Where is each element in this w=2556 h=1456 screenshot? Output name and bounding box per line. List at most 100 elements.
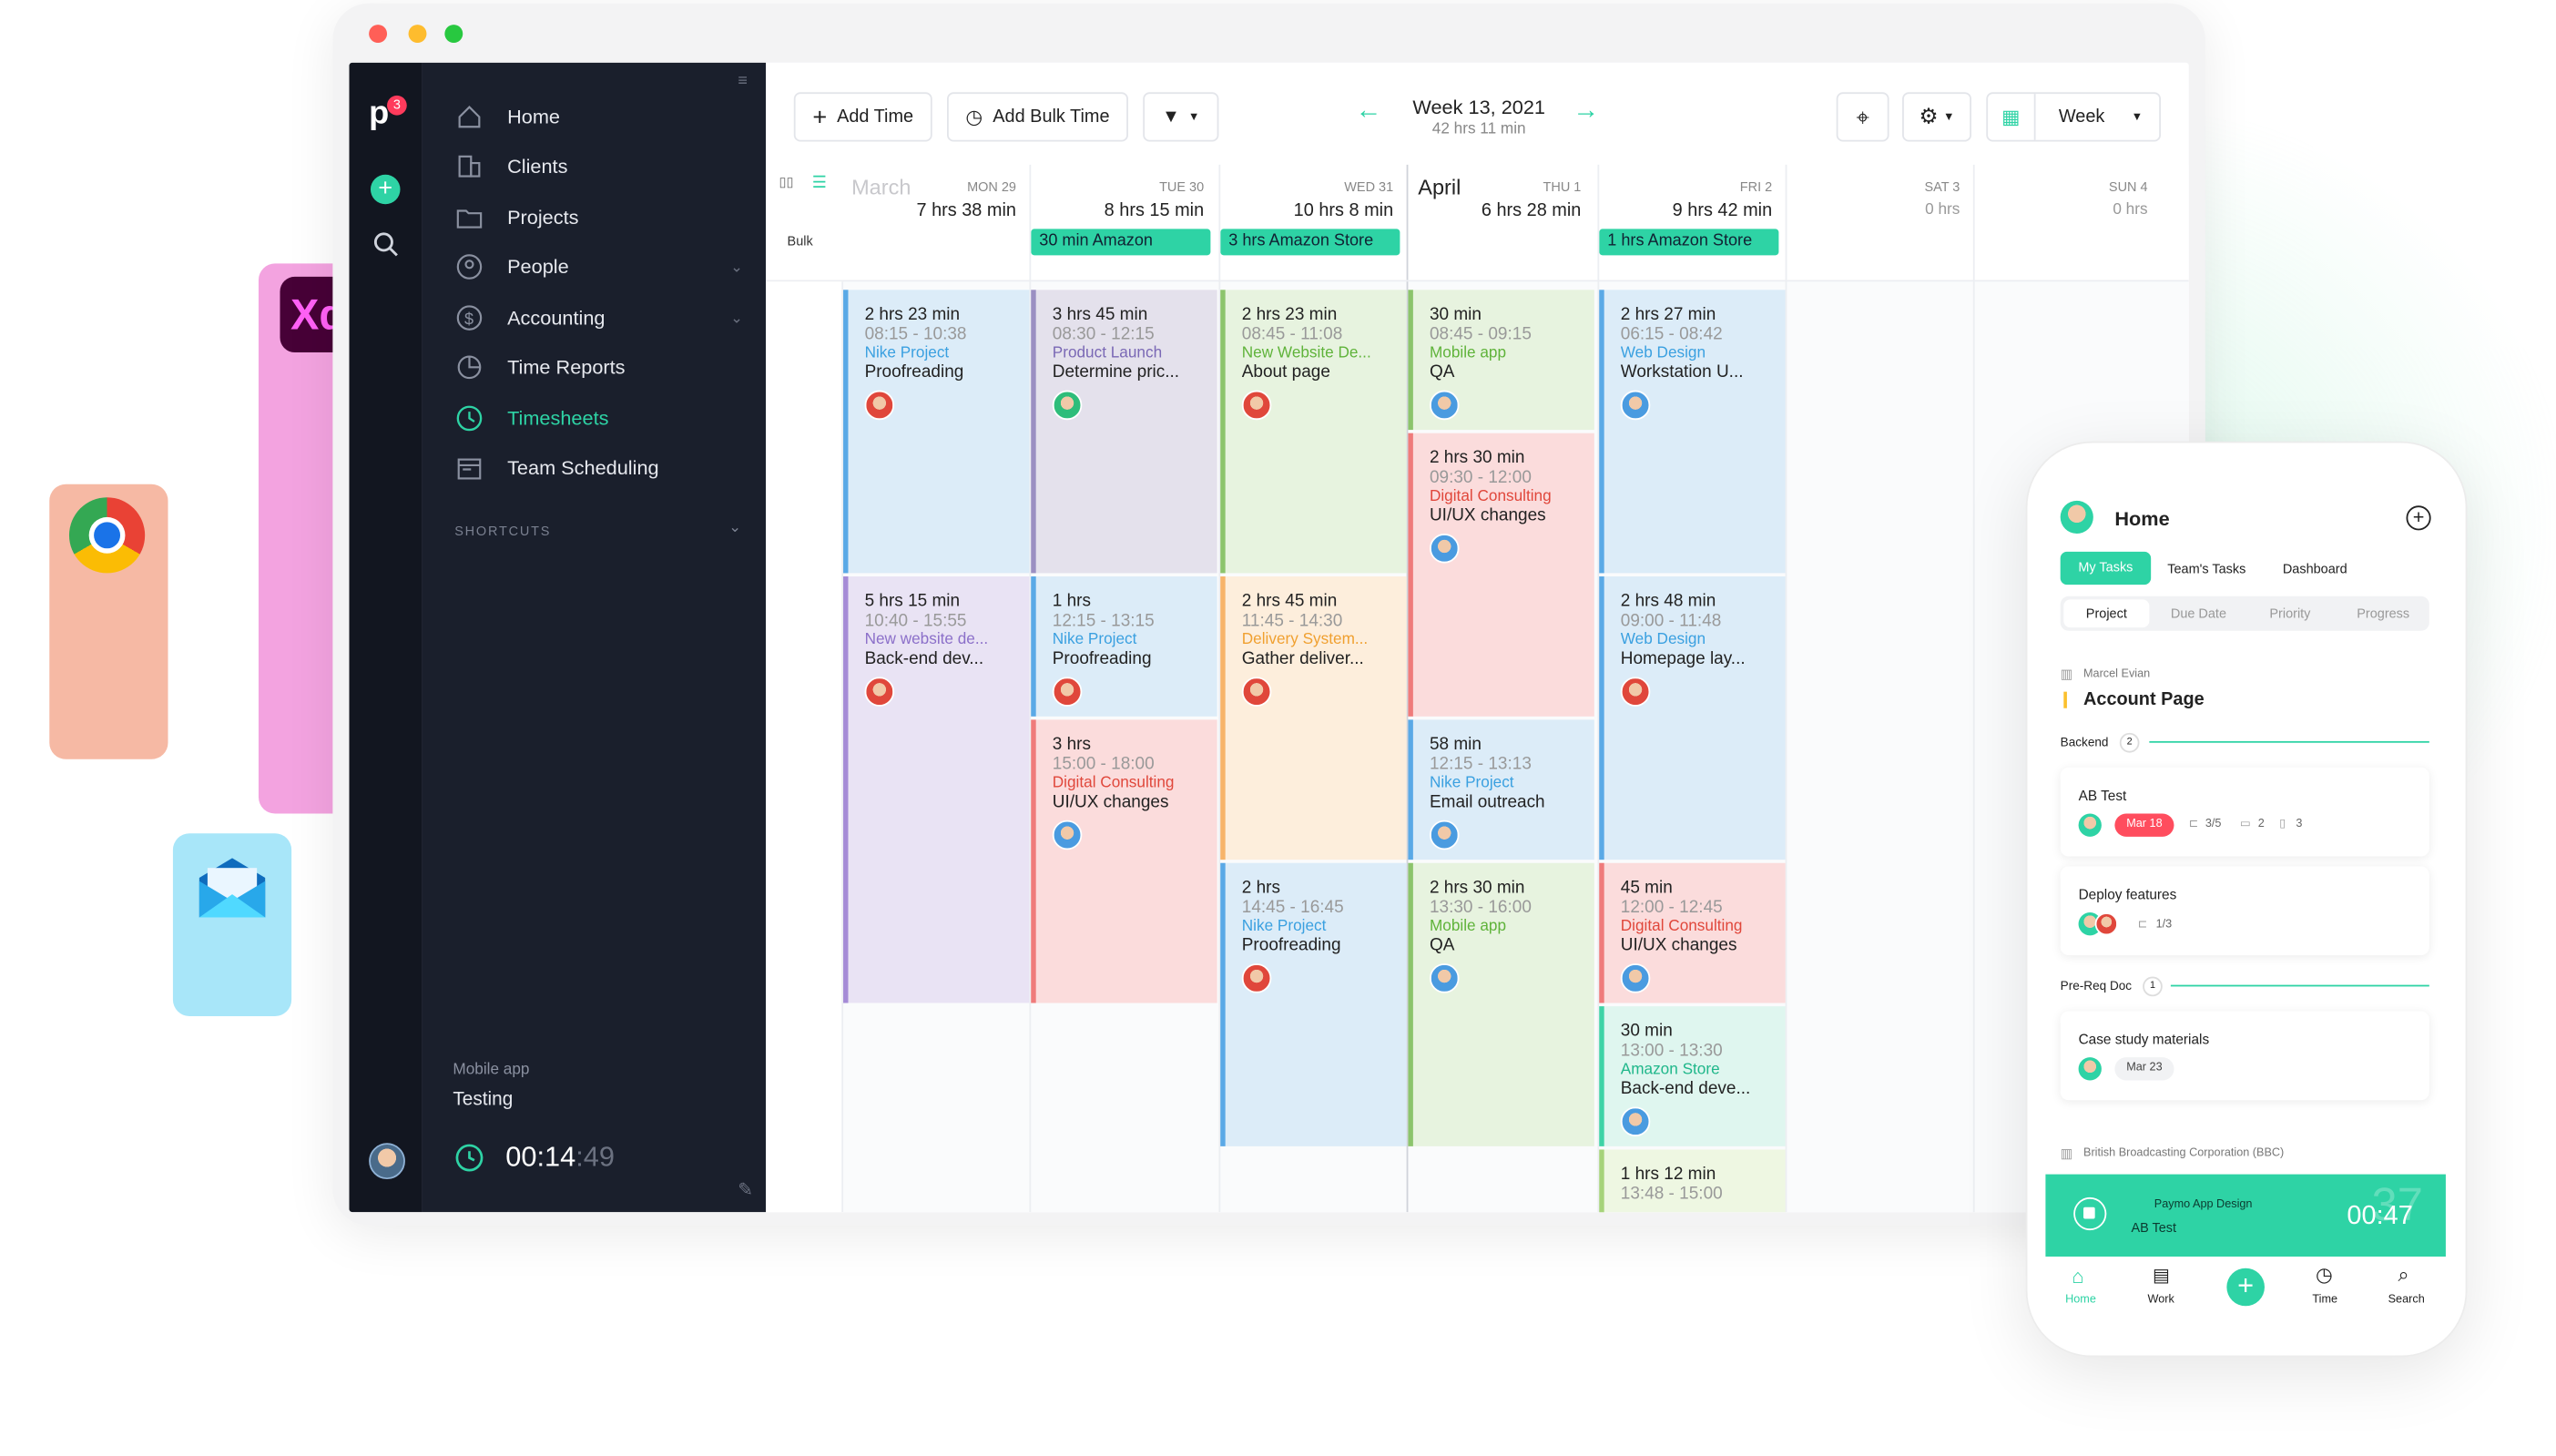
bulk-tag[interactable]: 1 hrs Amazon Store bbox=[1599, 229, 1779, 256]
nav-work-label[interactable]: Work bbox=[2148, 1295, 2174, 1307]
time-entry-card[interactable]: 5 hrs 15 min 10:40 - 15:55 New website de.… bbox=[843, 576, 1030, 1003]
time-entry-card[interactable]: 3 hrs 45 min 08:30 - 12:15 Product Launch D… bbox=[1031, 290, 1217, 574]
sidebar-item-projects[interactable]: Projects bbox=[454, 199, 579, 236]
list-view-icon[interactable]: ☰ bbox=[812, 175, 827, 193]
nav-add-button[interactable]: + bbox=[2226, 1268, 2265, 1307]
tab-teams-tasks[interactable]: Team's Tasks bbox=[2167, 562, 2245, 576]
time-entry-card[interactable]: 2 hrs 23 min 08:15 - 10:38 Nike Project Pro… bbox=[843, 290, 1030, 574]
timer-running-icon[interactable] bbox=[454, 1143, 484, 1173]
phone-avatar[interactable] bbox=[2060, 500, 2093, 535]
segment-project[interactable]: Project bbox=[2063, 599, 2150, 628]
add-time-label: Add Time bbox=[837, 107, 914, 127]
time-entry-card[interactable]: 45 min 12:00 - 12:45 Digital Consulting UI/… bbox=[1599, 862, 1786, 1003]
nav-home-icon[interactable]: ⌂ bbox=[2072, 1265, 2083, 1288]
search-icon[interactable] bbox=[372, 230, 399, 257]
chevron-down-icon[interactable]: ⌄ bbox=[730, 258, 743, 276]
sidebar-item-time-reports[interactable]: Time Reports bbox=[454, 349, 626, 385]
view-select[interactable]: ▦ Week ▼ bbox=[1986, 92, 2162, 142]
entry-project: Digital Consulting bbox=[1052, 774, 1175, 792]
task-card[interactable] bbox=[2060, 866, 2429, 956]
time-entry-card[interactable]: 2 hrs 27 min 06:15 - 08:42 Web Design Works… bbox=[1599, 290, 1786, 574]
entry-project: Digital Consulting bbox=[1620, 917, 1743, 936]
section-divider bbox=[2149, 740, 2429, 743]
time-entry-card[interactable]: 30 min 13:00 - 13:30 Amazon Store Back-end … bbox=[1599, 1006, 1786, 1146]
collapse-sidebar-icon[interactable]: ≡ bbox=[738, 73, 748, 91]
task-card[interactable] bbox=[2060, 1011, 2429, 1101]
day-total: 0 hrs bbox=[1925, 200, 1960, 219]
assignee-avatar bbox=[2094, 912, 2118, 936]
add-time-button[interactable]: + Add Time bbox=[793, 92, 932, 142]
user-avatar[interactable] bbox=[369, 1143, 405, 1180]
entry-project: Nike Project bbox=[1241, 917, 1327, 936]
segment-progress[interactable]: Progress bbox=[2357, 606, 2409, 621]
compact-view-icon[interactable]: ▯▯ bbox=[779, 175, 794, 189]
stop-timer-button[interactable] bbox=[2073, 1196, 2107, 1231]
time-entry-card[interactable]: 58 min 12:15 - 13:13 Nike Project Email out… bbox=[1408, 719, 1594, 860]
prev-week-arrow-icon[interactable]: ← bbox=[1356, 97, 1382, 127]
entry-duration: 2 hrs 30 min bbox=[1429, 447, 1525, 468]
sidebar: ≡ Home Clients Projects People ⌄ $ Accou… bbox=[422, 62, 767, 1213]
task-card[interactable] bbox=[2060, 767, 2429, 857]
close-window-button[interactable] bbox=[369, 25, 388, 44]
next-week-arrow-icon[interactable]: → bbox=[1573, 97, 1599, 127]
time-entry-card[interactable]: 2 hrs 14:45 - 16:45 Nike Project Proofreadi… bbox=[1220, 862, 1407, 1146]
shortcuts-header[interactable]: SHORTCUTS ⌄ bbox=[454, 519, 743, 539]
entry-time-range: 08:45 - 09:15 bbox=[1429, 324, 1532, 345]
timer-value: 00:47 bbox=[2347, 1202, 2413, 1231]
sidebar-item-people[interactable]: People ⌄ bbox=[454, 249, 743, 285]
bulk-column bbox=[766, 281, 844, 1213]
time-entry-card[interactable]: 3 hrs 15:00 - 18:00 Digital Consulting UI/U… bbox=[1031, 719, 1217, 1003]
sidebar-item-label: Clients bbox=[507, 155, 568, 178]
nav-search-icon[interactable]: ⌕ bbox=[2398, 1263, 2408, 1288]
bulk-tag[interactable]: 3 hrs Amazon Store bbox=[1220, 229, 1400, 256]
time-entry-card[interactable]: 2 hrs 45 min 11:45 - 14:30 Delivery System… bbox=[1220, 576, 1407, 860]
assignee-avatar bbox=[1052, 677, 1083, 707]
time-entry-card[interactable]: 30 min 08:45 - 09:15 Mobile app QA bbox=[1408, 290, 1594, 431]
time-entry-card[interactable]: 1 hrs 12:15 - 13:15 Nike Project Proofreadi… bbox=[1031, 576, 1217, 717]
nav-time-icon[interactable]: ◷ bbox=[2316, 1263, 2333, 1286]
segment-due-date[interactable]: Due Date bbox=[2171, 606, 2226, 621]
time-entry-card[interactable]: 2 hrs 23 min 08:45 - 11:08 New Website De.… bbox=[1220, 290, 1407, 574]
sidebar-item-timesheets[interactable]: Timesheets bbox=[454, 401, 608, 437]
settings-button[interactable]: ⚙ ▼ bbox=[1902, 92, 1972, 142]
chrome-icon bbox=[68, 497, 146, 574]
notification-badge[interactable]: 3 bbox=[387, 95, 407, 116]
tab-dashboard[interactable]: Dashboard bbox=[2283, 562, 2347, 576]
entry-project: Web Design bbox=[1620, 630, 1706, 649]
time-entry-card[interactable]: 2 hrs 30 min 13:30 - 16:00 Mobile app QA bbox=[1408, 862, 1594, 1146]
time-entry-card[interactable]: 1 hrs 12 min 13:48 - 15:00 bbox=[1599, 1149, 1786, 1213]
minimize-window-button[interactable] bbox=[408, 25, 427, 44]
project-title[interactable]: Account Page bbox=[2083, 690, 2205, 710]
nav-search-label[interactable]: Search bbox=[2388, 1295, 2425, 1307]
assignee-avatar bbox=[1429, 390, 1460, 421]
locate-today-button[interactable]: ⌖ bbox=[1836, 92, 1889, 142]
entry-duration: 2 hrs 30 min bbox=[1429, 878, 1525, 898]
time-entry-card[interactable]: 2 hrs 48 min 09:00 - 11:48 Web Design Homep… bbox=[1599, 576, 1786, 860]
sidebar-item-clients[interactable]: Clients bbox=[454, 148, 567, 185]
tab-my-tasks[interactable]: My Tasks bbox=[2060, 551, 2152, 585]
filter-button[interactable]: ▼ ▼ bbox=[1143, 92, 1219, 142]
maximize-window-button[interactable] bbox=[444, 25, 463, 44]
sidebar-item-accounting[interactable]: $ Accounting ⌄ bbox=[454, 300, 743, 336]
time-entry-card[interactable]: 2 hrs 30 min 09:30 - 12:00 Digital Consult… bbox=[1408, 433, 1594, 717]
nav-time-label[interactable]: Time bbox=[2312, 1295, 2337, 1307]
day-name: THU 1 bbox=[1543, 179, 1582, 195]
entry-time-range: 15:00 - 18:00 bbox=[1052, 754, 1155, 775]
entry-time-range: 13:00 - 13:30 bbox=[1620, 1041, 1723, 1061]
add-bulk-time-button[interactable]: ◷ Add Bulk Time bbox=[947, 92, 1128, 142]
add-new-button[interactable]: + bbox=[370, 174, 401, 205]
stop-icon bbox=[2083, 1207, 2095, 1219]
nav-home-label[interactable]: Home bbox=[2065, 1295, 2096, 1307]
segment-priority[interactable]: Priority bbox=[2269, 606, 2310, 621]
column-divider bbox=[1785, 164, 1787, 1213]
entry-project: New website de... bbox=[864, 630, 989, 649]
sidebar-item-team-scheduling[interactable]: Team Scheduling bbox=[454, 450, 659, 486]
chevron-down-icon[interactable]: ⌄ bbox=[730, 309, 743, 327]
entry-task: UI/UX changes bbox=[1429, 505, 1546, 525]
wrench-icon[interactable]: ✎ bbox=[738, 1179, 753, 1201]
subtask-icon: ⊏ bbox=[2188, 818, 2199, 830]
bulk-tag[interactable]: 30 min Amazon bbox=[1031, 229, 1211, 256]
add-task-button[interactable]: + bbox=[2406, 505, 2431, 531]
sidebar-item-home[interactable]: Home bbox=[454, 99, 560, 136]
nav-work-icon[interactable]: ▤ bbox=[2153, 1265, 2170, 1287]
